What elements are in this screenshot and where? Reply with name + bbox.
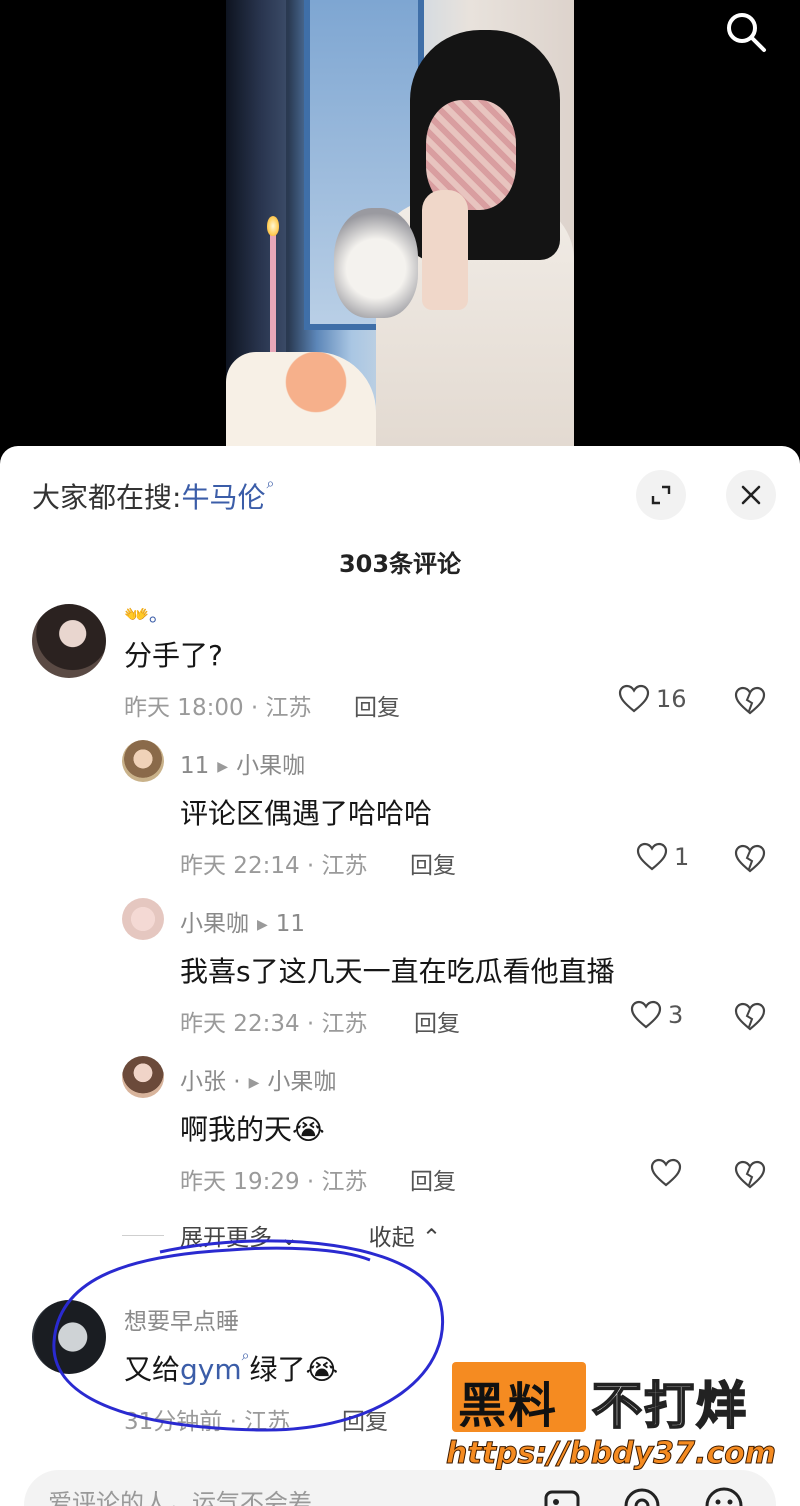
reply-button[interactable]: 回复 [410,1162,456,1196]
dislike-button[interactable] [734,844,766,878]
close-button[interactable] [726,470,776,520]
close-icon [741,485,761,505]
cat-image [334,208,418,318]
avatar[interactable] [32,604,106,678]
reply-from[interactable]: 11 [180,753,209,779]
praying-hands-image [422,190,468,310]
expand-icon [651,485,671,505]
video-frame [226,0,574,452]
reply-arrow-icon: ▶ [217,759,229,775]
expand-more-label: 展开更多 [180,1225,272,1251]
broken-heart-icon [734,1002,766,1031]
search-button[interactable] [722,8,770,56]
collapse-label: 收起 [368,1225,415,1251]
reply-author: 小果咖 ▶ 11 [180,904,305,938]
heart-icon [650,1158,682,1187]
dislike-button[interactable] [734,1160,766,1194]
comment-text: 又给gym⌕绿了😭 [124,1348,338,1388]
avatar[interactable] [122,740,164,782]
image-icon [544,1490,580,1506]
reply-to[interactable]: 小果咖 [236,753,305,779]
watermark-title: 不打烊 [591,1376,748,1436]
comment-text-suffix: 绿了😭 [249,1353,339,1386]
search-icon [727,13,766,52]
reply-author: 小张 · ▶ 小果咖 [180,1062,336,1096]
collapse-button[interactable]: 收起 ⌃ [369,1218,442,1252]
avatar[interactable] [122,1056,164,1098]
broken-heart-icon [734,686,766,715]
smiley-icon [705,1487,743,1506]
comment-author[interactable]: 想要早点睡 [124,1302,239,1336]
broken-heart-icon [734,844,766,873]
chevron-down-icon: ⌄ [279,1225,299,1251]
broken-heart-icon [734,1160,766,1189]
trending-keyword-link[interactable]: 牛马伦 [181,481,265,514]
reply-author: 11 ▶ 小果咖 [180,746,305,780]
reply-from[interactable]: 小果咖 [180,911,249,937]
avatar[interactable] [122,898,164,940]
comment-text: 分手了? [124,639,223,672]
reply-text: 我喜s了这几天一直在吃瓜看他直播 [180,955,615,988]
reply-from[interactable]: 小张 · [180,1069,241,1095]
trending-prefix: 大家都在搜: [32,481,182,514]
dislike-button[interactable] [734,1002,766,1036]
reply-text: 评论区偶遇了哈哈哈 [180,797,433,830]
reply-arrow-icon: ▶ [248,1075,260,1091]
watermark-badge: 黑料 [458,1378,559,1434]
dislike-button[interactable] [734,686,766,720]
search-small-icon: ⌕ [266,476,275,492]
comment-sheet: 大家都在搜:牛马伦⌕ 303条评论 👐。 分手了? 昨天 18:00 · 江苏 … [0,446,800,1506]
mention-button[interactable] [620,1484,664,1506]
reply-arrow-icon: ▶ [257,917,268,933]
comment-text-prefix: 又给 [124,1353,181,1386]
candle-flame-image [267,216,279,236]
candle-image [270,230,276,360]
sheet-header: 大家都在搜:牛马伦⌕ [0,446,800,546]
video-player[interactable] [0,0,800,470]
like-count: 3 [668,1001,684,1029]
image-button[interactable] [540,1484,584,1506]
comment-count: 303条评论 [338,550,462,578]
reply-meta: 昨天 19:29 · 江苏 [180,1169,368,1195]
keyword-link[interactable]: gym [180,1353,242,1386]
reply-to[interactable]: 小果咖 [267,1069,336,1095]
thread-controls: 展开更多 ⌄ 收起 ⌃ [122,1218,441,1252]
heart-icon [618,684,650,713]
comment-input[interactable] [48,1486,468,1506]
like-button[interactable] [650,1158,688,1188]
reply-button[interactable]: 回复 [342,1402,388,1436]
reply-text: 啊我的天😭 [180,1113,325,1146]
like-button[interactable]: 16 [618,684,687,714]
comment-input-bar [24,1470,776,1506]
chevron-up-icon: ⌃ [421,1225,442,1251]
emoji-button[interactable] [702,1484,746,1506]
trending-search[interactable]: 大家都在搜:牛马伦⌕ [32,476,274,516]
avatar[interactable] [32,1300,106,1374]
like-button[interactable]: 3 [630,1000,683,1030]
comment-meta: 昨天 18:00 · 江苏 [124,695,312,721]
at-sign-icon [624,1488,660,1506]
reply-button[interactable]: 回复 [414,1004,460,1038]
comment-author[interactable]: 👐。 [124,598,169,627]
divider [122,1234,164,1236]
comment-meta: 31分钟前 · 江苏 [124,1409,291,1435]
like-button[interactable]: 1 [636,842,689,872]
heart-icon [630,1000,662,1029]
like-count: 16 [656,685,687,713]
like-count: 1 [674,843,690,871]
reply-meta: 昨天 22:34 · 江苏 [180,1011,368,1037]
cake-image [226,352,376,452]
expand-more-button[interactable]: 展开更多 ⌄ [180,1218,299,1252]
reply-button[interactable]: 回复 [354,688,400,722]
reply-to[interactable]: 11 [276,911,305,937]
reply-meta: 昨天 22:14 · 江苏 [180,853,368,879]
heart-icon [636,842,668,871]
reply-button[interactable]: 回复 [410,846,456,880]
expand-button[interactable] [636,470,686,520]
watermark-url: https://bbdy37.com [445,1436,777,1472]
